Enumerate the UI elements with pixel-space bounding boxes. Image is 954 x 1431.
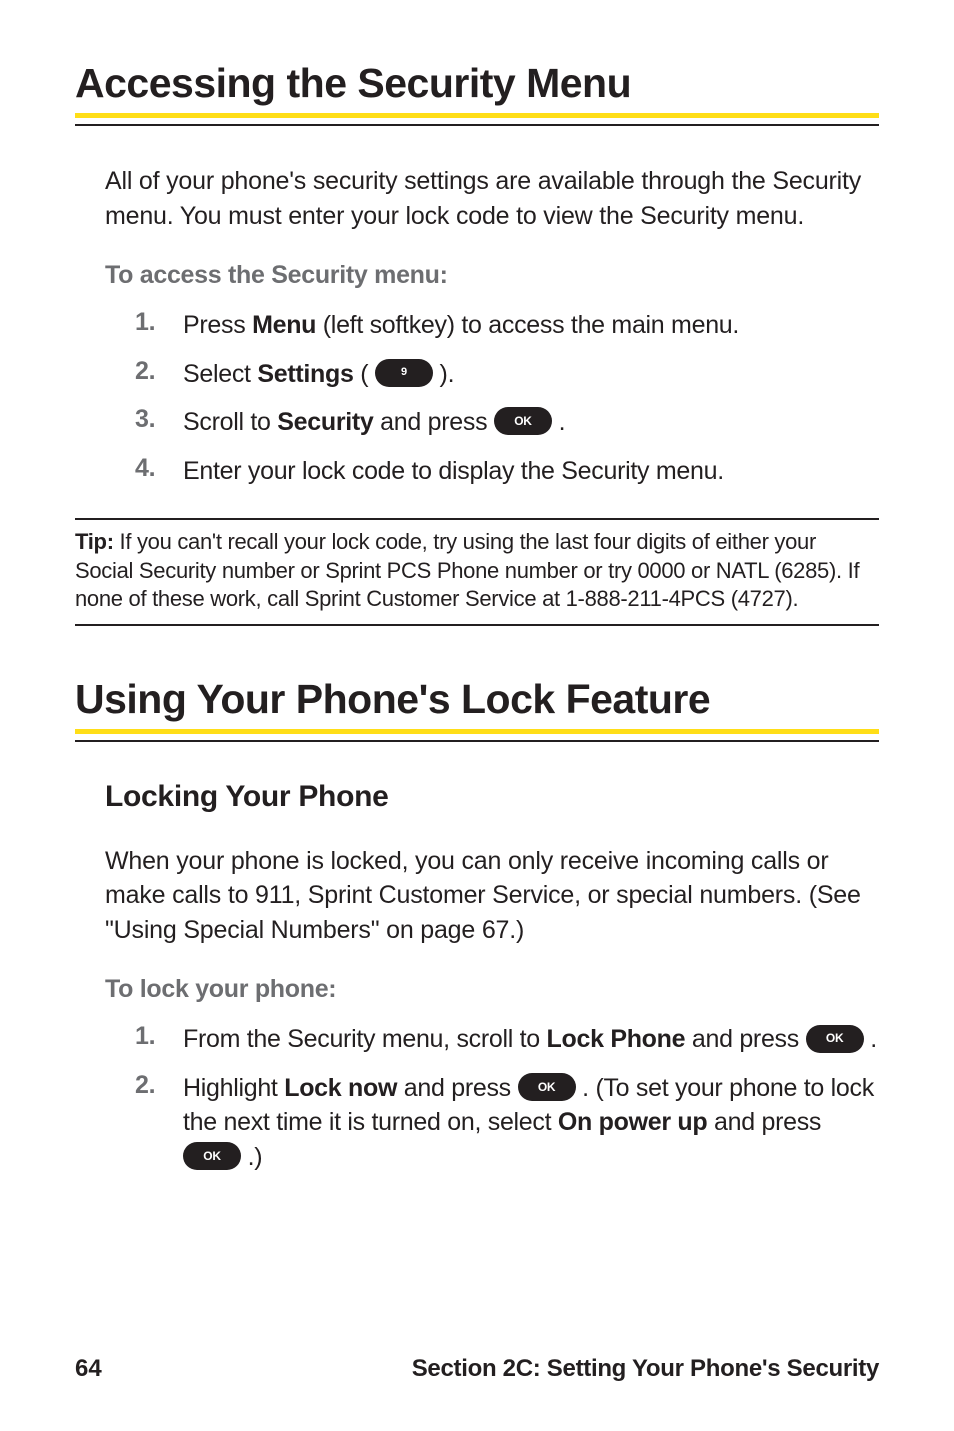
- bold-term: Menu: [252, 311, 316, 339]
- tip-box: Tip: If you can't recall your lock code,…: [75, 518, 879, 626]
- tip-label: Tip:: [75, 529, 120, 554]
- text-fragment: Highlight: [183, 1074, 284, 1102]
- ordered-list-1: 1. Press Menu (left softkey) to access t…: [135, 308, 879, 488]
- list-number: 1.: [135, 308, 183, 337]
- text-fragment: (left softkey) to access the main menu.: [316, 311, 739, 339]
- list-item: 4. Enter your lock code to display the S…: [135, 454, 879, 489]
- procedure-subhead-1: To access the Security menu:: [105, 261, 879, 290]
- tip-text: If you can't recall your lock code, try …: [75, 529, 859, 611]
- list-number: 2.: [135, 1071, 183, 1100]
- key-ok-icon: OK: [518, 1073, 576, 1101]
- text-fragment: .): [241, 1143, 262, 1171]
- ordered-list-2: 1. From the Security menu, scroll to Loc…: [135, 1022, 879, 1174]
- text-fragment: Select: [183, 360, 257, 388]
- list-item: 2. Select Settings ( 9 ).: [135, 357, 879, 392]
- key-ok-icon: OK: [806, 1025, 864, 1053]
- bold-term: Lock Phone: [547, 1025, 686, 1053]
- procedure-subhead-2: To lock your phone:: [105, 975, 879, 1004]
- yellow-rule: [75, 729, 879, 734]
- text-fragment: (: [354, 360, 375, 388]
- text-fragment: Press: [183, 311, 252, 339]
- text-fragment: and press: [707, 1108, 821, 1136]
- list-item: 3. Scroll to Security and press OK .: [135, 405, 879, 440]
- text-fragment: .: [552, 408, 565, 436]
- text-fragment: and press: [397, 1074, 517, 1102]
- bold-term: On power up: [558, 1108, 707, 1136]
- list-text: Highlight Lock now and press OK . (To se…: [183, 1071, 879, 1175]
- yellow-rule: [75, 113, 879, 118]
- body-paragraph: When your phone is locked, you can only …: [105, 844, 879, 948]
- list-item: 2. Highlight Lock now and press OK . (To…: [135, 1071, 879, 1175]
- list-number: 4.: [135, 454, 183, 483]
- page-footer: 64 Section 2C: Setting Your Phone's Secu…: [75, 1355, 879, 1383]
- section-heading-2: Using Your Phone's Lock Feature: [75, 676, 879, 723]
- bold-term: Lock now: [284, 1074, 397, 1102]
- page-number: 64: [75, 1355, 102, 1383]
- footer-section-title: Section 2C: Setting Your Phone's Securit…: [412, 1355, 879, 1383]
- list-number: 3.: [135, 405, 183, 434]
- text-fragment: From the Security menu, scroll to: [183, 1025, 547, 1053]
- list-text: From the Security menu, scroll to Lock P…: [183, 1022, 879, 1057]
- key-ok-icon: OK: [494, 407, 552, 435]
- list-text: Enter your lock code to display the Secu…: [183, 454, 879, 489]
- text-fragment: and press: [685, 1025, 805, 1053]
- key-ok-icon: OK: [183, 1142, 241, 1170]
- bold-term: Security: [277, 408, 373, 436]
- black-rule: [75, 124, 879, 126]
- black-rule: [75, 740, 879, 742]
- text-fragment: and press: [374, 408, 494, 436]
- text-fragment: .: [864, 1025, 877, 1053]
- intro-paragraph: All of your phone's security settings ar…: [105, 164, 879, 233]
- subsection-heading: Locking Your Phone: [105, 780, 879, 814]
- section-heading-1: Accessing the Security Menu: [75, 60, 879, 107]
- text-fragment: ).: [433, 360, 454, 388]
- list-number: 2.: [135, 357, 183, 386]
- key-9-icon: 9: [375, 359, 433, 387]
- text-fragment: Scroll to: [183, 408, 277, 436]
- list-item: 1. Press Menu (left softkey) to access t…: [135, 308, 879, 343]
- list-text: Select Settings ( 9 ).: [183, 357, 879, 392]
- bold-term: Settings: [257, 360, 353, 388]
- list-number: 1.: [135, 1022, 183, 1051]
- list-item: 1. From the Security menu, scroll to Loc…: [135, 1022, 879, 1057]
- list-text: Press Menu (left softkey) to access the …: [183, 308, 879, 343]
- list-text: Scroll to Security and press OK .: [183, 405, 879, 440]
